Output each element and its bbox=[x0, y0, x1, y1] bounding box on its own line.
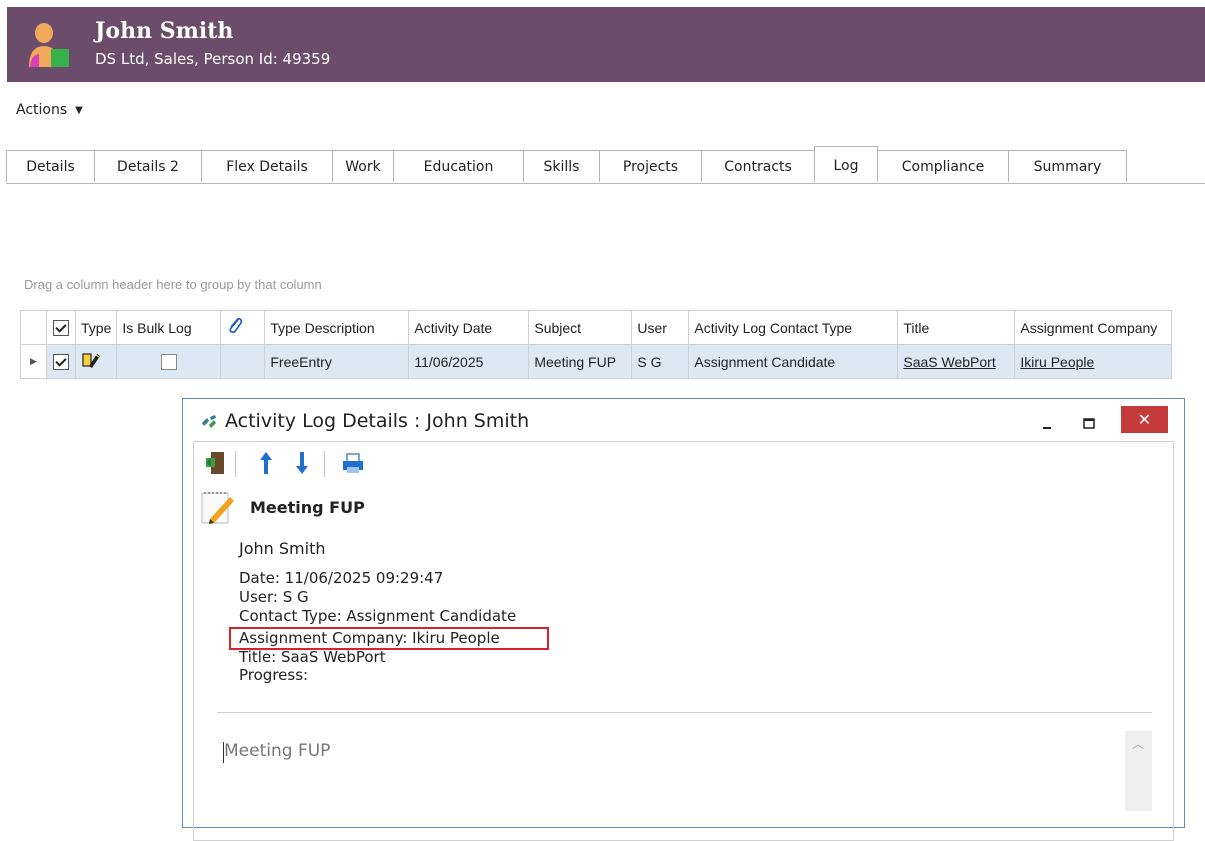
row-activity-date: 11/06/2025 bbox=[408, 344, 530, 379]
tab-compliance[interactable]: Compliance bbox=[877, 150, 1009, 182]
app-logo-icon bbox=[202, 415, 216, 428]
tab-bar: Details Details 2 Flex Details Work Educ… bbox=[6, 146, 1205, 184]
tab-contracts[interactable]: Contracts bbox=[701, 150, 815, 182]
detail-progress: Progress: bbox=[239, 666, 309, 684]
exit-icon[interactable] bbox=[203, 449, 229, 477]
row-indicator-icon: ▶ bbox=[20, 344, 47, 379]
tab-skills[interactable]: Skills bbox=[523, 150, 600, 182]
detail-user: User: S G bbox=[239, 588, 309, 606]
row-indicator-header bbox=[20, 310, 47, 345]
arrow-down-icon[interactable] bbox=[289, 449, 315, 477]
tab-education[interactable]: Education bbox=[393, 150, 524, 182]
activity-log-details-dialog: Activity Log Details : John Smith ✕ Meet… bbox=[182, 398, 1185, 841]
tab-summary[interactable]: Summary bbox=[1008, 150, 1127, 182]
select-all-checkbox[interactable] bbox=[53, 320, 69, 337]
row-assignment-company-link[interactable]: Ikiru People bbox=[1020, 354, 1094, 370]
activity-log-grid: Type Is Bulk Log Type Description Activi… bbox=[20, 310, 1173, 379]
row-select-cell[interactable] bbox=[46, 344, 76, 379]
tab-details[interactable]: Details bbox=[6, 150, 95, 182]
minimize-icon[interactable] bbox=[1033, 413, 1061, 435]
free-entry-icon bbox=[82, 353, 100, 368]
col-subject[interactable]: Subject bbox=[528, 310, 633, 345]
col-attachment[interactable] bbox=[220, 310, 266, 345]
detail-contact-type: Contact Type: Assignment Candidate bbox=[239, 607, 517, 625]
note-edit-icon bbox=[201, 492, 234, 524]
row-select-checkbox[interactable] bbox=[53, 354, 69, 371]
row-user: S G bbox=[631, 344, 690, 379]
person-subtitle: DS Ltd, Sales, Person Id: 49359 bbox=[95, 50, 331, 68]
text-cursor bbox=[223, 742, 224, 763]
row-contact-type: Assignment Candidate bbox=[688, 344, 899, 379]
row-is-bulk-log-cell[interactable] bbox=[116, 344, 222, 379]
row-subject: Meeting FUP bbox=[528, 344, 633, 379]
table-row[interactable]: ▶ FreeEntry 11/06/2025 Meeting FUP S G A… bbox=[20, 344, 1173, 379]
highlight-box bbox=[229, 627, 549, 650]
tab-log[interactable]: Log bbox=[814, 146, 878, 180]
col-type[interactable]: Type bbox=[74, 310, 118, 345]
row-type-cell bbox=[74, 344, 118, 379]
col-is-bulk-log[interactable]: Is Bulk Log bbox=[116, 310, 222, 345]
tab-projects[interactable]: Projects bbox=[599, 150, 702, 182]
person-avatar-icon bbox=[29, 23, 69, 67]
row-attachment-cell bbox=[220, 344, 266, 379]
tab-flex-details[interactable]: Flex Details bbox=[201, 150, 333, 182]
caret-down-icon: ▼ bbox=[75, 105, 83, 116]
toolbar-separator bbox=[324, 451, 325, 477]
detail-date: Date: 11/06/2025 09:29:47 bbox=[239, 569, 444, 587]
print-icon[interactable] bbox=[340, 449, 366, 477]
col-contact-type[interactable]: Activity Log Contact Type bbox=[688, 310, 899, 345]
person-header: John Smith DS Ltd, Sales, Person Id: 493… bbox=[7, 7, 1205, 82]
scroll-up-icon[interactable]: ︿ bbox=[1132, 735, 1144, 752]
note-scrollbar[interactable]: ︿ bbox=[1125, 731, 1152, 811]
paperclip-icon bbox=[229, 317, 243, 334]
is-bulk-log-checkbox[interactable] bbox=[160, 354, 177, 371]
col-assignment-company[interactable]: Assignment Company bbox=[1014, 310, 1173, 345]
col-activity-date[interactable]: Activity Date bbox=[408, 310, 530, 345]
dialog-subject: Meeting FUP bbox=[250, 498, 365, 517]
tab-details-2[interactable]: Details 2 bbox=[94, 150, 202, 182]
row-title-link[interactable]: SaaS WebPort bbox=[903, 354, 995, 370]
actions-menu[interactable]: Actions ▼ bbox=[16, 102, 83, 118]
actions-label: Actions bbox=[16, 102, 68, 118]
dialog-title: Activity Log Details : John Smith bbox=[225, 410, 530, 432]
row-assignment-company-cell: Ikiru People bbox=[1014, 344, 1173, 379]
detail-title: Title: SaaS WebPort bbox=[239, 648, 386, 666]
maximize-icon[interactable] bbox=[1075, 413, 1103, 435]
arrow-up-icon[interactable] bbox=[253, 449, 279, 477]
close-button[interactable]: ✕ bbox=[1121, 406, 1168, 433]
col-title[interactable]: Title bbox=[897, 310, 1016, 345]
grid-header-row: Type Is Bulk Log Type Description Activi… bbox=[20, 310, 1173, 345]
col-user[interactable]: User bbox=[631, 310, 690, 345]
select-all-header[interactable] bbox=[46, 310, 76, 345]
row-title-cell: SaaS WebPort bbox=[897, 344, 1016, 379]
col-type-description[interactable]: Type Description bbox=[264, 310, 410, 345]
toolbar-separator bbox=[235, 451, 236, 477]
note-text-area[interactable]: Meeting FUP bbox=[224, 741, 330, 761]
person-name: John Smith bbox=[95, 18, 234, 44]
content-divider bbox=[217, 712, 1152, 713]
dialog-contact-name: John Smith bbox=[239, 539, 326, 558]
tab-work[interactable]: Work bbox=[332, 150, 394, 182]
row-type-description: FreeEntry bbox=[264, 344, 410, 379]
group-by-hint: Drag a column header here to group by th… bbox=[24, 277, 322, 292]
